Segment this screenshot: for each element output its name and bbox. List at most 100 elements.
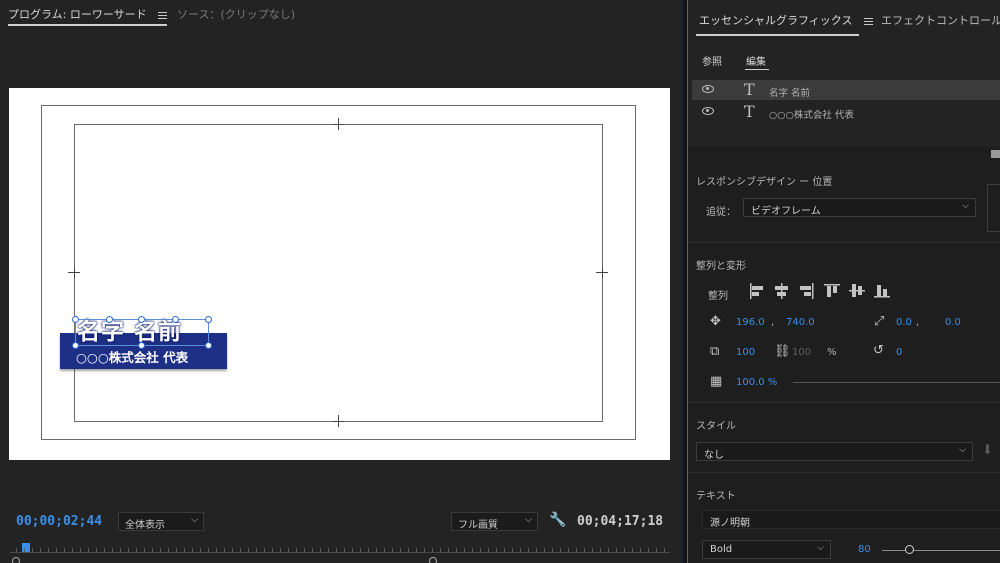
ruler-tick	[656, 548, 657, 552]
ruler-tick	[80, 548, 81, 552]
ruler-tick	[640, 548, 641, 552]
ruler-tick	[648, 548, 649, 552]
ruler-tick	[512, 548, 513, 552]
ruler-tick	[56, 548, 57, 552]
position-y-value[interactable]: 740.0	[786, 317, 815, 328]
transform-handle[interactable]	[72, 316, 79, 323]
align-bottom-icon[interactable]	[874, 285, 890, 298]
text-layer-icon: T	[744, 80, 755, 99]
opacity-slider[interactable]	[793, 382, 1000, 383]
layer-item[interactable]: T 名字 名前	[692, 80, 1000, 100]
anchor-y-value[interactable]: 0.0	[945, 317, 961, 328]
position-comma: ,	[771, 317, 775, 328]
text-section-title: テキスト	[696, 491, 736, 502]
align-right-icon[interactable]	[800, 283, 814, 299]
zoom-level-dropdown[interactable]: 全体表示 ⌵	[118, 512, 204, 531]
font-style-dropdown[interactable]: Bold ⌵	[702, 540, 831, 559]
align-center-v-icon[interactable]	[849, 284, 865, 297]
scale-percent-label: %	[827, 347, 837, 358]
font-size-slider-knob[interactable]	[905, 545, 914, 554]
font-family-field[interactable]: 源ノ明朝	[702, 510, 1000, 529]
lower-third-company-text[interactable]: ○○○株式会社 代表	[76, 347, 188, 366]
ruler-tick	[88, 548, 89, 552]
transform-handle[interactable]	[138, 342, 145, 349]
playhead-timecode[interactable]: 00;00;02;44	[16, 514, 102, 529]
chevron-down-icon: ⌵	[817, 543, 824, 553]
subtab-browse[interactable]: 参照	[702, 53, 722, 68]
ruler-tick	[200, 548, 201, 552]
transform-handle[interactable]	[138, 316, 145, 323]
playback-resolution-dropdown[interactable]: フル画質 ⌵	[451, 512, 538, 531]
center-tick-right-v	[602, 267, 603, 278]
transform-handle[interactable]	[72, 342, 79, 349]
playback-resolution-value: フル画質	[458, 520, 498, 531]
ruler-tick	[384, 548, 385, 552]
video-frame[interactable]: 名字 名前 ○○○株式会社 代表	[9, 88, 670, 460]
opacity-icon: ▦	[710, 374, 723, 389]
align-left-icon[interactable]	[750, 283, 763, 299]
ruler-tick	[72, 548, 73, 552]
anchor-point-icon: ⤢	[874, 314, 885, 329]
ruler-tick	[216, 548, 217, 552]
scale-value[interactable]: 100	[736, 347, 755, 358]
transform-handle[interactable]	[205, 316, 212, 323]
transform-handle[interactable]	[106, 316, 113, 323]
layer-name: 名字 名前	[769, 88, 811, 99]
zoom-scroll-handle[interactable]	[429, 557, 437, 563]
ruler-tick	[432, 548, 433, 552]
tab-effect-controls[interactable]: エフェクトコントロール	[881, 12, 1000, 28]
tab-program[interactable]: プログラム: ローワーサード	[8, 6, 168, 26]
layer-list: T 名字 名前 T ○○○株式会社 代表	[692, 80, 1000, 124]
rotation-value[interactable]: 0	[896, 347, 902, 358]
push-style-icon[interactable]: ⬇	[982, 443, 993, 458]
ruler-tick	[520, 548, 521, 552]
ruler-tick	[192, 548, 193, 552]
active-tab-underline	[696, 34, 859, 36]
subtab-underline	[745, 69, 769, 70]
ruler-tick	[256, 548, 257, 552]
ruler-tick	[456, 548, 457, 552]
ruler-tick	[424, 548, 425, 552]
link-icon[interactable]: ⛓	[774, 344, 791, 359]
panel-menu-icon[interactable]	[158, 10, 168, 21]
tab-source[interactable]: ソース：(クリップなし)	[177, 6, 295, 22]
responsive-section-title: レスポンシブデザイン ー 位置	[696, 177, 833, 188]
transform-handle[interactable]	[172, 316, 179, 323]
eye-icon[interactable]	[702, 107, 714, 115]
pin-to-dropdown[interactable]: ビデオフレーム ⌵	[743, 198, 976, 217]
ruler-tick	[632, 548, 633, 552]
ruler-tick	[176, 548, 177, 552]
ruler-tick	[224, 548, 225, 552]
tab-essential-graphics[interactable]: エッセンシャルグラフィックス	[699, 12, 873, 28]
wrench-icon[interactable]: 🔧	[549, 512, 566, 528]
transform-handle[interactable]	[205, 342, 212, 349]
layer-item[interactable]: T ○○○株式会社 代表	[692, 102, 1000, 122]
center-tick-bottom-h	[333, 421, 344, 422]
opacity-value[interactable]: 100.0 %	[736, 377, 777, 388]
section-divider	[688, 402, 1000, 403]
align-center-h-icon[interactable]	[775, 283, 788, 299]
position-x-value[interactable]: 196.0	[736, 317, 765, 328]
ruler-tick	[152, 548, 153, 552]
ruler-tick	[160, 548, 161, 552]
position-icon: ✥	[710, 314, 721, 329]
in-point-handle[interactable]	[12, 557, 20, 563]
align-top-icon[interactable]	[824, 284, 840, 297]
time-ruler[interactable]	[10, 543, 670, 563]
font-size-value[interactable]: 80	[858, 544, 871, 555]
ruler-tick	[40, 548, 41, 552]
subtab-edit[interactable]: 編集	[746, 53, 766, 68]
tab-program-label: プログラム: ローワーサード	[8, 8, 147, 21]
new-layer-icon[interactable]	[991, 150, 1000, 158]
style-dropdown[interactable]: なし ⌵	[696, 442, 973, 461]
font-size-slider[interactable]	[882, 550, 1000, 551]
ruler-tick	[144, 548, 145, 552]
pin-diagram[interactable]	[987, 184, 1000, 232]
eye-icon[interactable]	[702, 85, 714, 93]
anchor-x-value[interactable]: 0.0	[896, 317, 912, 328]
ruler-tick	[112, 548, 113, 552]
panel-menu-icon[interactable]	[863, 16, 873, 27]
ruler-tick	[336, 548, 337, 552]
zoom-level-value: 全体表示	[125, 520, 165, 531]
ruler-tick	[280, 548, 281, 552]
